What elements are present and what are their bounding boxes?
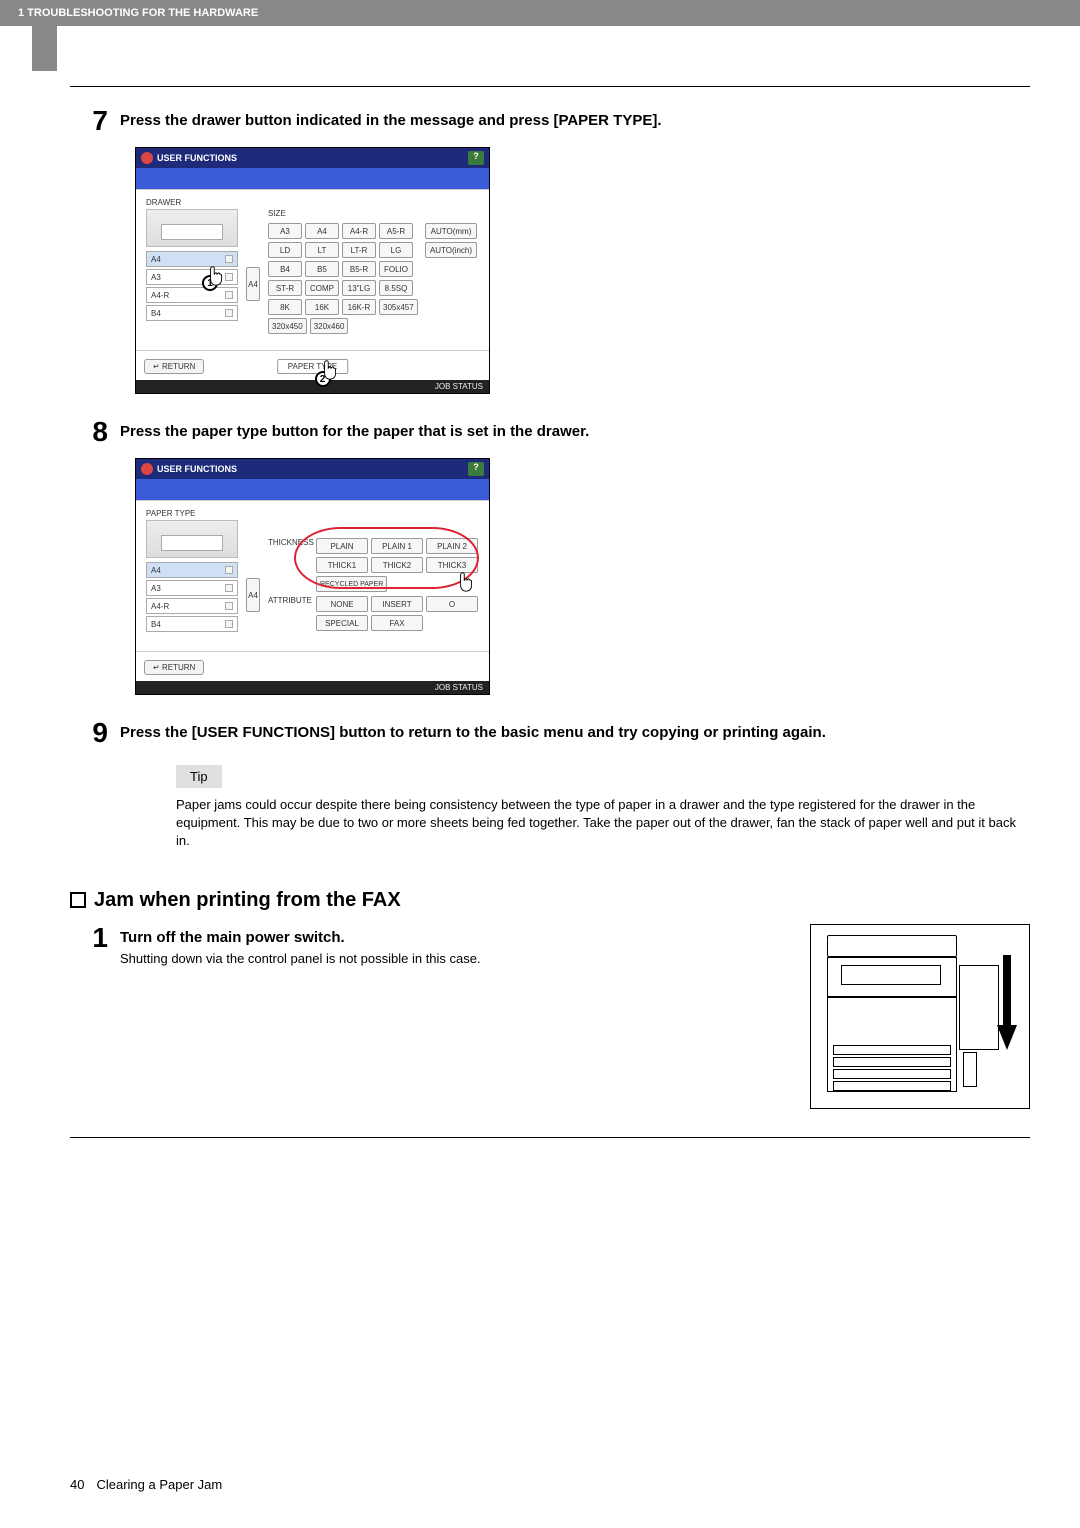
size-button[interactable]: 320x450 bbox=[268, 318, 307, 334]
attribute-button[interactable]: INSERT bbox=[371, 596, 423, 612]
drawer-item[interactable]: A4 bbox=[146, 562, 238, 578]
drawer-item[interactable]: A4-R bbox=[146, 287, 238, 303]
app-icon bbox=[141, 463, 153, 475]
size-button[interactable]: B5 bbox=[305, 261, 339, 277]
step7-num: 7 bbox=[70, 107, 120, 135]
chapter-header: 1 TROUBLESHOOTING FOR THE HARDWARE bbox=[0, 0, 1080, 26]
size-button[interactable]: LG bbox=[379, 242, 413, 258]
drawer-item[interactable]: B4 bbox=[146, 616, 238, 632]
section-title: Jam when printing from the FAX bbox=[94, 889, 401, 912]
bullet-square-icon bbox=[70, 892, 86, 908]
size-button[interactable]: 305x457 bbox=[379, 299, 418, 315]
chapter-text: 1 TROUBLESHOOTING FOR THE HARDWARE bbox=[18, 7, 258, 19]
panel-title: USER FUNCTIONS bbox=[157, 153, 237, 163]
return-button[interactable]: ↵ RETURN bbox=[144, 359, 204, 374]
step8-num: 8 bbox=[70, 418, 120, 446]
tip-tag: Tip bbox=[176, 765, 222, 788]
size-button[interactable]: A3 bbox=[268, 223, 302, 239]
size-button[interactable]: 16K-R bbox=[342, 299, 376, 315]
hand-cursor-icon bbox=[206, 265, 228, 289]
size-button[interactable]: 320x460 bbox=[310, 318, 349, 334]
drawer-item[interactable]: A4-R bbox=[146, 598, 238, 614]
step9-num: 9 bbox=[70, 719, 120, 747]
step1-num: 1 bbox=[70, 924, 120, 952]
drawer-item[interactable]: B4 bbox=[146, 305, 238, 321]
page-footer: 40 Clearing a Paper Jam bbox=[70, 1477, 222, 1492]
job-status[interactable]: JOB STATUS bbox=[136, 380, 489, 393]
power-switch-illustration bbox=[810, 924, 1030, 1109]
size-button[interactable]: LT-R bbox=[342, 242, 376, 258]
size-button[interactable]: 8K bbox=[268, 299, 302, 315]
panel-drawer-size: USER FUNCTIONS ? DRAWER A4 A3 A4-R B4 A4… bbox=[135, 147, 490, 394]
panel-tabs bbox=[136, 168, 489, 190]
drawer-side[interactable]: A4 bbox=[246, 267, 260, 301]
header-tab bbox=[32, 26, 57, 71]
papertype-label: PAPER TYPE bbox=[146, 509, 479, 518]
bottom-rule bbox=[70, 1137, 1030, 1138]
size-button[interactable]: B5-R bbox=[342, 261, 376, 277]
size-button[interactable]: B4 bbox=[268, 261, 302, 277]
panel-title: USER FUNCTIONS bbox=[157, 464, 237, 474]
hand-cursor-icon bbox=[456, 571, 478, 595]
help-button[interactable]: ? bbox=[468, 462, 484, 476]
help-button[interactable]: ? bbox=[468, 151, 484, 165]
highlight-oval bbox=[294, 527, 479, 589]
attribute-button[interactable]: O bbox=[426, 596, 478, 612]
arrow-down-icon bbox=[997, 955, 1017, 1050]
panel-tabs bbox=[136, 479, 489, 501]
auto-button[interactable]: AUTO(mm) bbox=[425, 223, 477, 239]
size-button[interactable]: LT bbox=[305, 242, 339, 258]
section-heading: Jam when printing from the FAX bbox=[70, 889, 1030, 912]
panel-paper-type: USER FUNCTIONS ? PAPER TYPE A4 A3 A4-R B… bbox=[135, 458, 490, 695]
drawer-item[interactable]: A3 bbox=[146, 580, 238, 596]
step1-title: Turn off the main power switch. bbox=[120, 924, 810, 948]
drawer-label: DRAWER bbox=[146, 198, 479, 207]
drawer-preview bbox=[146, 520, 238, 558]
drawer-preview bbox=[146, 209, 238, 247]
size-button[interactable]: LD bbox=[268, 242, 302, 258]
attribute-button[interactable]: NONE bbox=[316, 596, 368, 612]
attribute-button[interactable]: SPECIAL bbox=[316, 615, 368, 631]
step9-title: Press the [USER FUNCTIONS] button to ret… bbox=[120, 719, 1030, 743]
hand-cursor-icon bbox=[320, 359, 342, 383]
tip-text: Paper jams could occur despite there bei… bbox=[176, 796, 1024, 851]
attribute-label: ATTRIBUTE bbox=[268, 596, 312, 605]
step1-sub: Shutting down via the control panel is n… bbox=[120, 950, 810, 968]
step8-title: Press the paper type button for the pape… bbox=[120, 418, 1030, 442]
footer-title: Clearing a Paper Jam bbox=[96, 1477, 222, 1492]
size-button[interactable]: 13"LG bbox=[342, 280, 376, 296]
attribute-button[interactable]: FAX bbox=[371, 615, 423, 631]
return-button[interactable]: ↵ RETURN bbox=[144, 660, 204, 675]
app-icon bbox=[141, 152, 153, 164]
size-button[interactable]: A4 bbox=[305, 223, 339, 239]
size-button[interactable]: A5-R bbox=[379, 223, 413, 239]
size-button[interactable]: 8.5SQ bbox=[379, 280, 413, 296]
size-button[interactable]: FOLIO bbox=[379, 261, 413, 277]
step7-title: Press the drawer button indicated in the… bbox=[120, 107, 1030, 131]
size-button[interactable]: 16K bbox=[305, 299, 339, 315]
job-status[interactable]: JOB STATUS bbox=[136, 681, 489, 694]
size-label: SIZE bbox=[268, 209, 479, 218]
page-number: 40 bbox=[70, 1477, 84, 1492]
drawer-side[interactable]: A4 bbox=[246, 578, 260, 612]
size-button[interactable]: A4-R bbox=[342, 223, 376, 239]
size-button[interactable]: ST-R bbox=[268, 280, 302, 296]
auto-button[interactable]: AUTO(inch) bbox=[425, 242, 477, 258]
size-button[interactable]: COMP bbox=[305, 280, 339, 296]
top-rule bbox=[70, 86, 1030, 87]
